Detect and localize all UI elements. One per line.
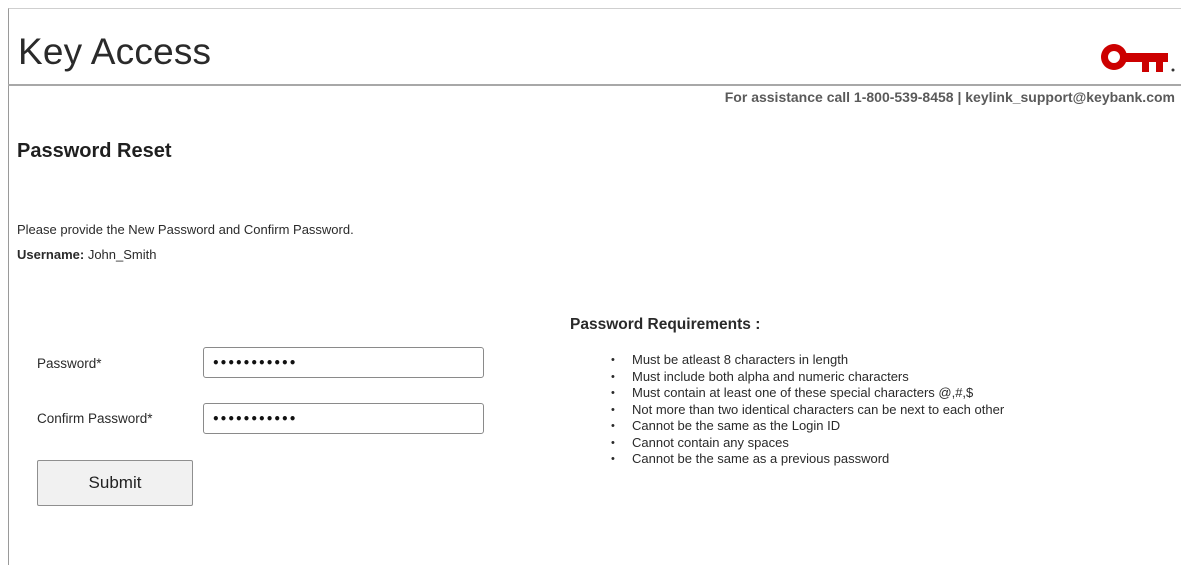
list-item: Not more than two identical characters c… xyxy=(608,402,1004,419)
instruction-text: Please provide the New Password and Conf… xyxy=(17,222,354,237)
list-item: Must contain at least one of these speci… xyxy=(608,385,1004,402)
username-label: Username: xyxy=(17,247,85,262)
confirm-password-field[interactable] xyxy=(203,403,484,434)
list-item: Must include both alpha and numeric char… xyxy=(608,369,1004,386)
requirements-title: Password Requirements : xyxy=(570,316,761,333)
password-label: Password* xyxy=(37,356,102,371)
list-item: Must be atleast 8 characters in length xyxy=(608,352,1004,369)
submit-button[interactable]: Submit xyxy=(37,460,193,506)
list-item: Cannot be the same as the Login ID xyxy=(608,418,1004,435)
keybank-logo-icon xyxy=(1101,44,1175,72)
username-display: Username: John_Smith xyxy=(17,247,156,262)
page-title: Password Reset xyxy=(17,140,172,162)
password-field[interactable] xyxy=(203,347,484,378)
app-title: Key Access xyxy=(18,31,212,72)
requirements-list: Must be atleast 8 characters in length M… xyxy=(608,352,1004,468)
list-item: Cannot contain any spaces xyxy=(608,435,1004,452)
list-item: Cannot be the same as a previous passwor… xyxy=(608,451,1004,468)
username-value: John_Smith xyxy=(87,247,157,262)
header-divider xyxy=(8,84,1181,86)
confirm-password-label: Confirm Password* xyxy=(37,411,153,426)
assistance-contact: For assistance call 1-800-539-8458 | key… xyxy=(724,89,1175,105)
